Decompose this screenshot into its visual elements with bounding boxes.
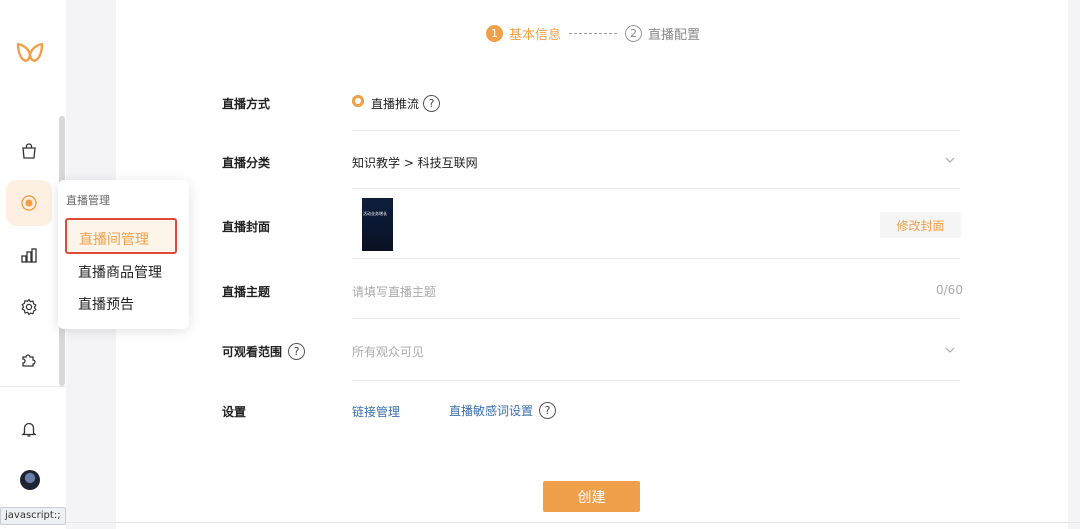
row-divider bbox=[352, 258, 960, 259]
nav-stats-button[interactable] bbox=[6, 232, 52, 278]
step-2-number: 2 bbox=[625, 24, 643, 42]
nav-live-button[interactable] bbox=[6, 180, 52, 226]
method-label: 直播方式 bbox=[222, 97, 271, 111]
method-help-icon[interactable]: ? bbox=[423, 95, 441, 112]
menu-item-live-room-management[interactable]: 直播间管理 bbox=[65, 218, 177, 254]
bag-icon bbox=[22, 143, 36, 159]
sensitive-words-help-icon[interactable]: ? bbox=[539, 402, 557, 419]
bottom-divider bbox=[0, 522, 1080, 523]
link-management-link[interactable]: 链接管理 bbox=[352, 403, 400, 420]
cover-label: 直播封面 bbox=[222, 220, 271, 234]
visibility-label-group: 可观看范围 ? bbox=[222, 343, 306, 360]
browser-status-bar: javascript:; bbox=[0, 507, 66, 525]
avatar[interactable] bbox=[20, 470, 40, 490]
chart-icon bbox=[21, 248, 37, 263]
category-value[interactable]: 知识教学 > 科技互联网 bbox=[352, 154, 478, 171]
row-divider bbox=[352, 380, 960, 381]
create-button[interactable]: 创建 bbox=[543, 481, 640, 512]
bell-icon bbox=[21, 422, 37, 437]
gear-icon bbox=[21, 298, 37, 316]
method-radio[interactable] bbox=[352, 95, 364, 107]
nav-settings-button[interactable] bbox=[6, 284, 52, 330]
step-connector bbox=[569, 32, 618, 34]
flyout-title: 直播管理 bbox=[66, 194, 110, 207]
live-icon bbox=[21, 195, 37, 211]
stepper: 1 基本信息 2 直播配置 bbox=[486, 24, 701, 43]
cover-thumbnail: 活动业务增长 bbox=[362, 198, 393, 251]
live-management-flyout: 直播管理 直播间管理 直播商品管理 直播预告 bbox=[58, 180, 189, 329]
right-gutter bbox=[1068, 0, 1080, 529]
step-2-label: 直播配置 bbox=[648, 27, 701, 43]
topic-counter: 0/60 bbox=[936, 283, 963, 297]
topic-label: 直播主题 bbox=[222, 285, 271, 299]
settings-label: 设置 bbox=[222, 405, 247, 419]
sensitive-words-link[interactable]: 直播敏感词设置 bbox=[449, 402, 533, 419]
puzzle-icon bbox=[22, 354, 36, 367]
method-option[interactable]: 直播推流 ? bbox=[371, 95, 441, 112]
cover-image-text: 活动业务增长 bbox=[363, 211, 387, 216]
category-chevron-down-icon[interactable] bbox=[944, 154, 956, 166]
nav-plugins-button[interactable] bbox=[6, 336, 52, 382]
sidebar-divider bbox=[0, 386, 66, 387]
visibility-chevron-down-icon[interactable] bbox=[944, 344, 956, 356]
topic-input[interactable]: 请填写直播主题 bbox=[352, 283, 436, 300]
visibility-label: 可观看范围 bbox=[222, 345, 283, 359]
method-value: 直播推流 bbox=[371, 97, 420, 111]
visibility-select[interactable]: 所有观众可见 bbox=[352, 343, 424, 360]
visibility-help-icon[interactable]: ? bbox=[288, 343, 306, 360]
step-1-label: 基本信息 bbox=[509, 27, 562, 43]
menu-item-live-product-management[interactable]: 直播商品管理 bbox=[78, 262, 162, 282]
row-divider bbox=[352, 318, 960, 319]
menu-item-live-preview[interactable]: 直播预告 bbox=[78, 294, 134, 314]
sidebar bbox=[0, 0, 66, 529]
step-1-number: 1 bbox=[486, 24, 503, 42]
nav-shop-button[interactable] bbox=[6, 128, 52, 174]
sensitive-words-setting[interactable]: 直播敏感词设置 ? bbox=[449, 402, 557, 419]
notifications-button[interactable] bbox=[6, 406, 52, 452]
category-label: 直播分类 bbox=[222, 156, 271, 170]
edit-cover-button[interactable]: 修改封面 bbox=[880, 212, 961, 238]
app-logo[interactable] bbox=[14, 40, 46, 70]
row-divider bbox=[352, 130, 960, 131]
row-divider bbox=[352, 188, 960, 189]
